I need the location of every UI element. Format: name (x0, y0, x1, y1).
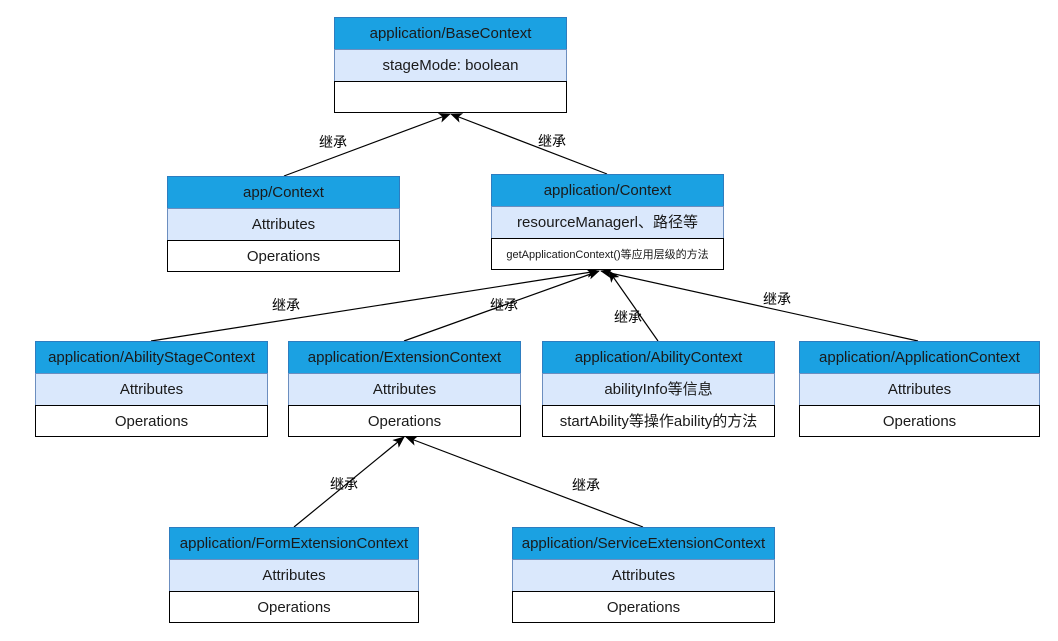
class-attributes: stageMode: boolean (334, 49, 567, 81)
class-ability-context[interactable]: application/AbilityContext abilityInfo等信… (542, 341, 775, 437)
class-name: application/AbilityContext (542, 341, 775, 373)
class-name: application/Context (491, 174, 724, 206)
class-name: application/ExtensionContext (288, 341, 521, 373)
class-name: application/AbilityStageContext (35, 341, 268, 373)
class-operations: Operations (512, 591, 775, 623)
class-operations: Operations (167, 240, 400, 272)
class-attributes: Attributes (288, 373, 521, 405)
class-attributes: abilityInfo等信息 (542, 373, 775, 405)
class-name: application/FormExtensionContext (169, 527, 419, 559)
class-operations: getApplicationContext()等应用层级的方法 (491, 238, 724, 270)
edge-application-context-to-base (450, 113, 608, 175)
class-name: application/ServiceExtensionContext (512, 527, 775, 559)
class-attributes: Attributes (35, 373, 268, 405)
class-attributes: Attributes (512, 559, 775, 591)
class-attributes: Attributes (167, 208, 400, 240)
class-operations: Operations (288, 405, 521, 437)
edge-label: 继承 (490, 298, 518, 314)
edge-application-to-context (600, 268, 919, 342)
class-extension-context[interactable]: application/ExtensionContext Attributes … (288, 341, 521, 437)
class-service-extension-context[interactable]: application/ServiceExtensionContext Attr… (512, 527, 775, 623)
edge-service-ext-to-extension (405, 436, 644, 528)
class-attributes: Attributes (169, 559, 419, 591)
class-attributes: resourceManagerl、路径等 (491, 206, 724, 238)
class-application-context-2[interactable]: application/ApplicationContext Attribute… (799, 341, 1040, 437)
class-operations: Operations (35, 405, 268, 437)
edge-label: 继承 (763, 292, 791, 308)
class-name: application/ApplicationContext (799, 341, 1040, 373)
class-ability-stage-context[interactable]: application/AbilityStageContext Attribut… (35, 341, 268, 437)
class-attributes: Attributes (799, 373, 1040, 405)
edge-ability-stage-to-context (150, 267, 599, 342)
class-form-extension-context[interactable]: application/FormExtensionContext Attribu… (169, 527, 419, 623)
edge-label: 继承 (330, 477, 358, 493)
edge-label: 继承 (572, 478, 600, 494)
edge-label: 继承 (319, 135, 347, 151)
class-operations: Operations (799, 405, 1040, 437)
class-operations: Operations (169, 591, 419, 623)
edge-label: 继承 (538, 134, 566, 150)
class-application-context[interactable]: application/Context resourceManagerl、路径等… (491, 174, 724, 270)
class-operations (334, 81, 567, 113)
class-name: application/BaseContext (334, 17, 567, 49)
class-name: app/Context (167, 176, 400, 208)
edge-app-context-to-base (283, 113, 451, 177)
class-app-context[interactable]: app/Context Attributes Operations (167, 176, 400, 272)
class-base-context[interactable]: application/BaseContext stageMode: boole… (334, 17, 567, 113)
class-operations: startAbility等操作ability的方法 (542, 405, 775, 437)
edge-label: 继承 (272, 298, 300, 314)
edge-label: 继承 (614, 310, 642, 326)
